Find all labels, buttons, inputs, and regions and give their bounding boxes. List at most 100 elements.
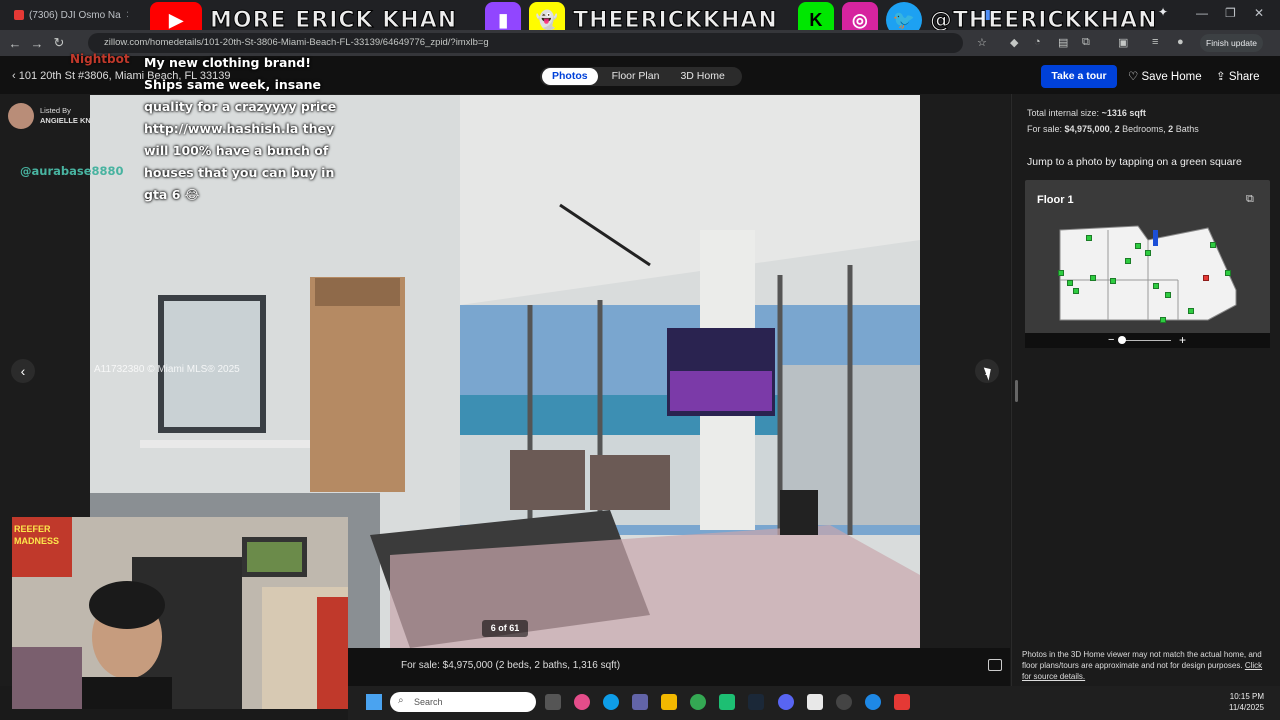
panel-resize-handle[interactable] [1015,380,1018,402]
open-external-icon[interactable]: ⧉ [1246,193,1254,206]
banner-handle: MORE ERICK KHAN [209,7,458,33]
finish-update-button[interactable]: Finish update [1200,34,1264,52]
task-view-icon[interactable] [545,694,561,710]
floor-plan-card[interactable]: Floor 1 ⧉ [1025,180,1270,348]
photo-marker[interactable] [1090,275,1096,281]
windows-start-icon[interactable] [366,694,382,710]
share-icon: ⇪ [1216,71,1229,83]
photo-marker[interactable] [1125,258,1131,264]
photo-marker[interactable] [1153,283,1159,289]
sale-prefix: For sale: [1027,124,1063,134]
streamer-webcam: REEFER MADNESS [12,517,348,709]
photo-marker[interactable] [1073,288,1079,294]
photo-marker[interactable] [1058,270,1064,276]
heart-icon: ♡ [1128,71,1142,83]
menu-lines-icon[interactable]: ≡ [1152,36,1158,48]
back-icon[interactable]: ← [4,36,26,51]
previous-photo-button[interactable]: ‹ [11,359,35,383]
close-tab-icon[interactable]: ✕ [126,10,128,21]
app-icon[interactable] [574,694,590,710]
clock-date: 11/4/2025 [1229,703,1264,712]
chevron-left-icon: ‹ [12,70,19,82]
extension-icon[interactable]: ◆ [1010,36,1018,49]
media-tabs: Photos Floor Plan 3D Home [540,67,742,86]
save-home-button[interactable]: ♡ Save Home [1128,69,1202,83]
tab-floor-plan[interactable]: Floor Plan [602,68,670,85]
restore-icon[interactable]: ❐ [1225,6,1236,20]
chat-mention: @aurabase8880 [20,164,124,178]
chat-message: My new clothing brand! Ships same week, … [144,55,337,202]
size-label: Total internal size: [1027,108,1100,118]
floor-label: Floor 1 [1037,194,1074,206]
obs-icon[interactable] [836,694,852,710]
photo-marker[interactable] [1110,278,1116,284]
banner-handle-2: THEERICKKHAN [573,7,778,33]
baths: 2 [1168,124,1174,134]
zoom-slider-track[interactable] [1121,340,1171,341]
edge-icon[interactable] [603,694,619,710]
browser-tab[interactable]: (7306) DJI Osmo Na ✕ [8,4,128,26]
poster-text: REEFER MADNESS [14,523,59,547]
bookmark-star-icon[interactable]: ☆ [977,36,987,49]
profile-avatar[interactable]: ● [1177,36,1184,48]
discord-icon[interactable] [778,694,794,710]
url-bar[interactable]: zillow.com/homedetails/101-20th-St-3806-… [88,33,963,53]
photo-marker[interactable] [1086,235,1092,241]
extension-icon[interactable]: ◔ [1034,36,1041,48]
price: $4,975,000 [1064,124,1110,134]
toggle-panel-icon[interactable] [988,659,1002,671]
app-icon[interactable] [894,694,910,710]
system-clock[interactable]: 10:15 PM 11/4/2025 [1212,691,1264,713]
tab-photos[interactable]: Photos [542,68,598,85]
photo-watermark: A11732380 © Miami MLS® 2025 [94,364,240,375]
app-icon[interactable] [719,694,735,710]
notepad-icon[interactable] [807,694,823,710]
share-button[interactable]: ⇪ Share [1216,69,1260,83]
forward-icon[interactable]: → [26,36,48,51]
photo-marker[interactable] [1188,308,1194,314]
floor-plan-map[interactable] [1058,220,1238,325]
search-icon: ⌕ [398,695,404,706]
beds-label: Bedrooms, [1122,124,1166,134]
current-photo-marker[interactable] [1203,275,1209,281]
photo-marker[interactable] [1135,243,1141,249]
photo-marker[interactable] [1145,250,1151,256]
share-label: Share [1228,71,1260,83]
webcam-image [12,517,348,709]
save-home-label: Save Home [1141,71,1202,83]
photo-marker[interactable] [1067,280,1073,286]
tab-3d-home[interactable]: 3D Home [670,68,734,85]
steam-icon[interactable] [748,694,764,710]
extension-icon[interactable]: ▤ [1058,36,1068,49]
internal-size: Total internal size: ~1316 sqft [1027,108,1146,118]
extensions-puzzle-icon[interactable]: ⧉ [1082,36,1090,49]
photo-marker[interactable] [1225,270,1231,276]
taskbar-search[interactable]: Search [390,692,536,712]
photo-marker[interactable] [1160,317,1166,323]
file-explorer-icon[interactable] [661,694,677,710]
tab-title: (7306) DJI Osmo Na [29,9,121,21]
clock-time: 10:15 PM [1229,692,1264,701]
close-window-icon[interactable]: ✕ [1254,6,1264,20]
zoom-in-icon[interactable]: + [1179,333,1186,347]
zoom-out-icon[interactable]: − [1108,334,1114,346]
agent-avatar [8,103,34,129]
photo-marker[interactable] [1165,292,1171,298]
size-value: ~1316 sqft [1101,108,1146,118]
minimize-icon[interactable]: — [1196,6,1208,20]
disclaimer-text: Photos in the 3D Home viewer may not mat… [1022,650,1262,670]
zoom-control: − + [1025,333,1270,348]
teams-icon[interactable] [632,694,648,710]
disclaimer: Photos in the 3D Home viewer may not mat… [1022,649,1272,682]
youtube-favicon-icon [14,10,24,20]
photo-marker[interactable] [1210,242,1216,248]
poster-line-1: REEFER [14,524,51,534]
zoom-slider-handle[interactable] [1118,336,1126,344]
reload-icon[interactable]: ↻ [48,35,70,51]
sidebar-icon[interactable]: ▣ [1118,36,1128,49]
take-tour-button[interactable]: Take a tour [1041,65,1117,88]
app-icon[interactable] [865,694,881,710]
sale-summary: For sale: $4,975,000, 2 Bedrooms, 2 Bath… [1027,124,1199,134]
baths-label: Baths [1175,124,1199,134]
chrome-icon[interactable] [690,694,706,710]
